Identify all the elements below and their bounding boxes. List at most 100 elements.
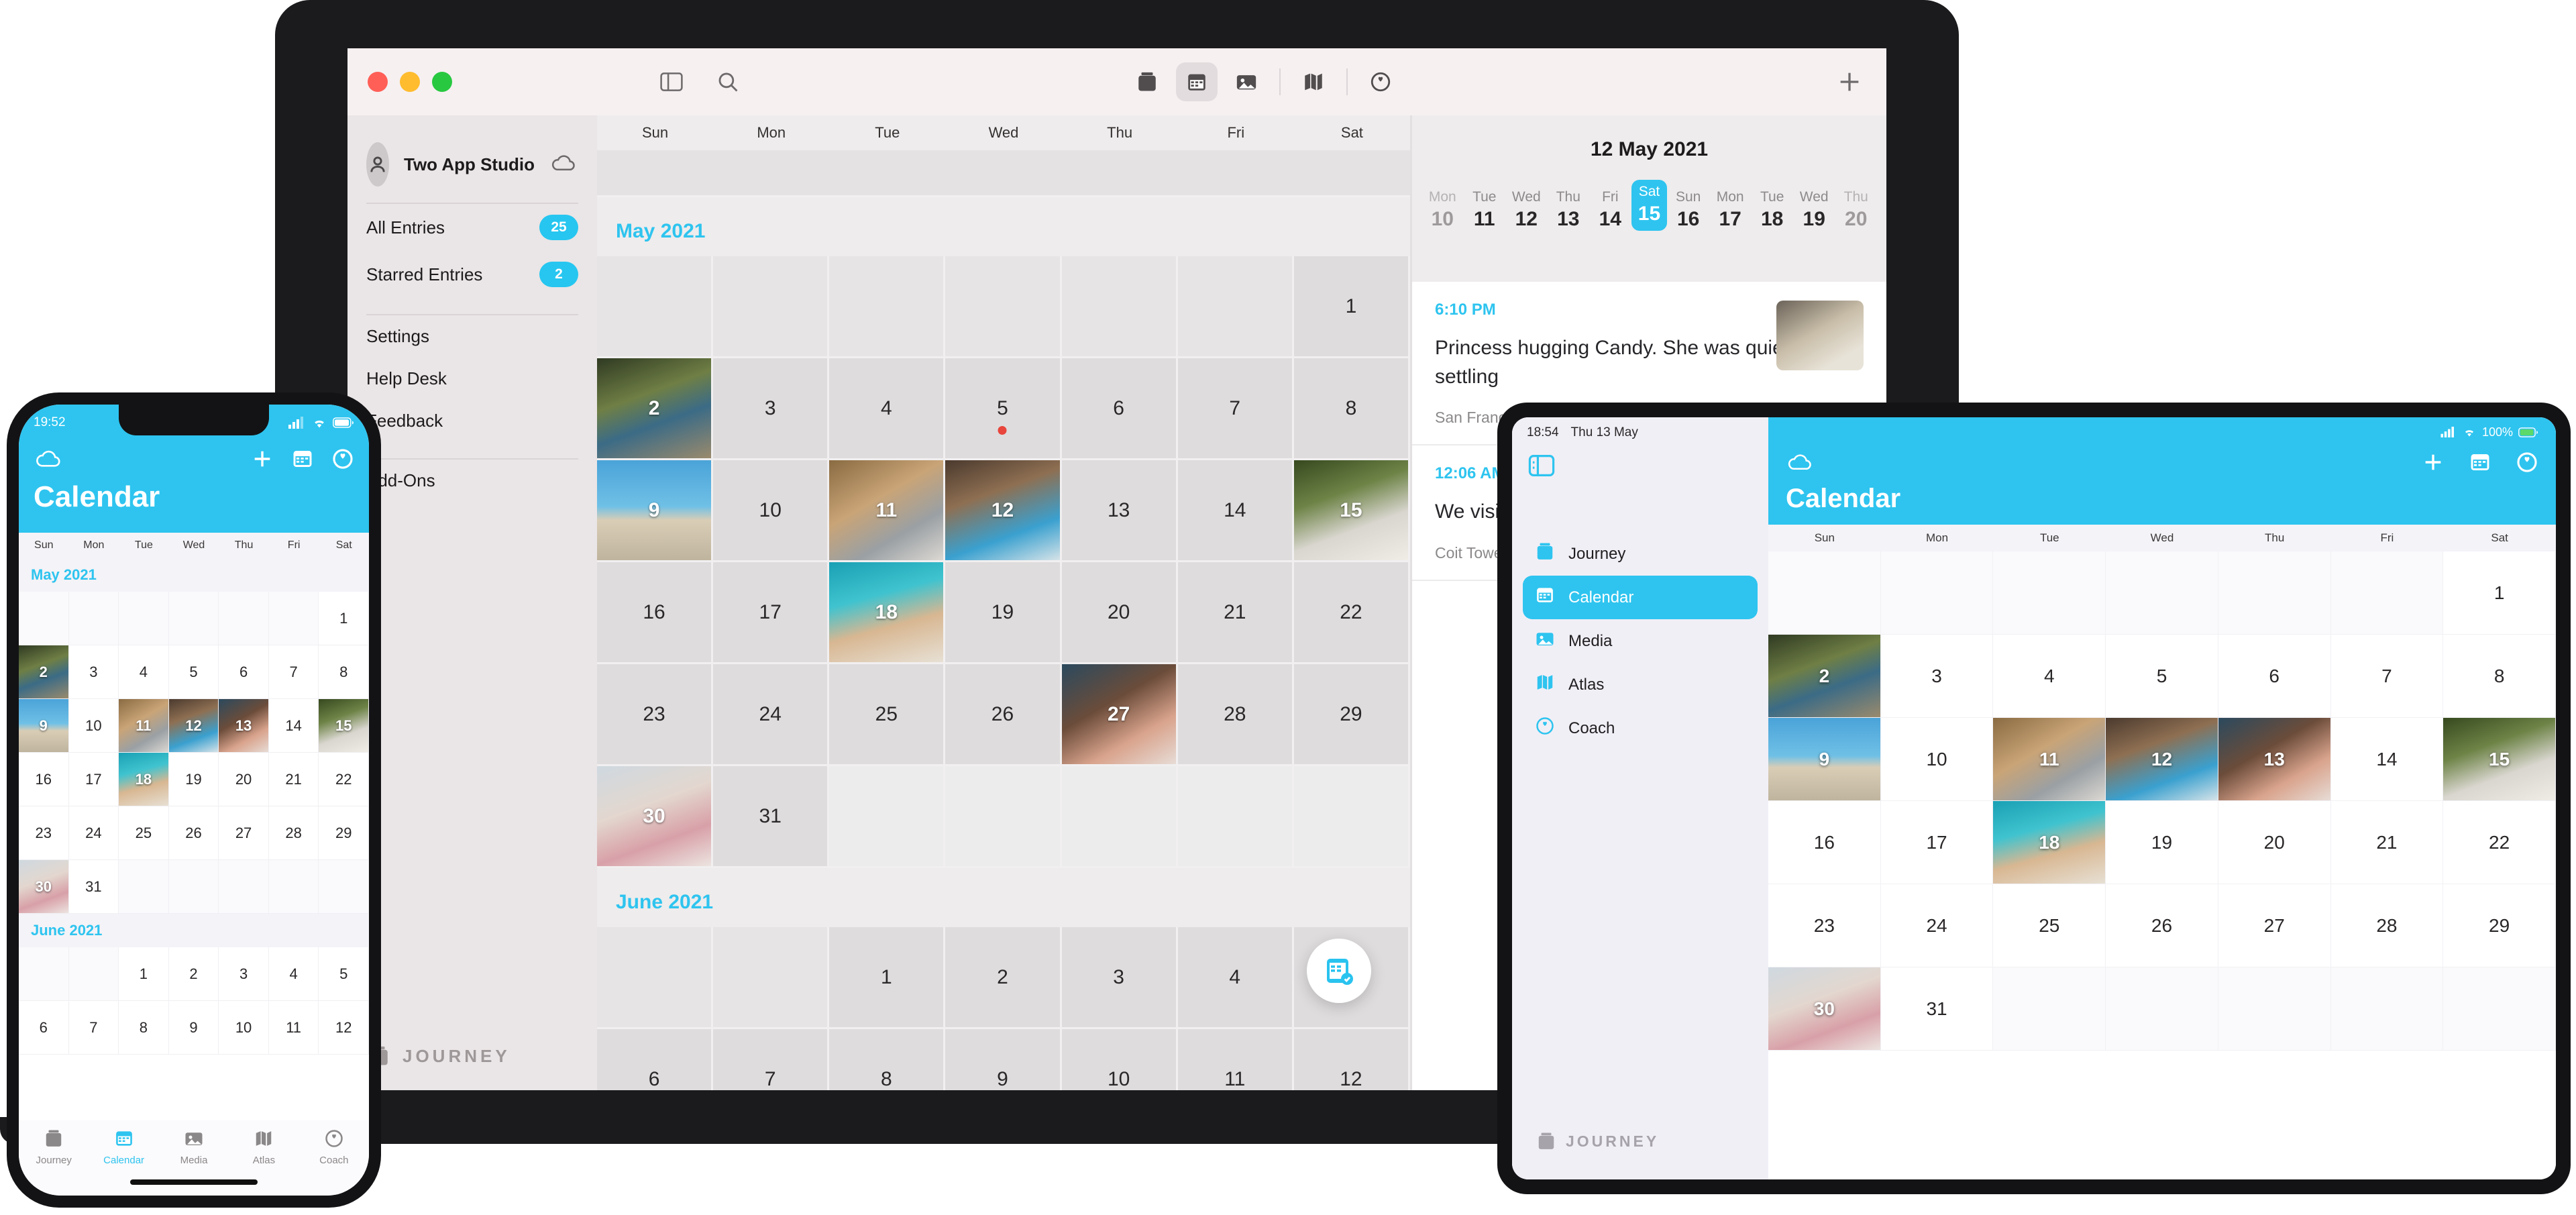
calendar-day-cell[interactable]: 6: [19, 1001, 69, 1055]
tab-journey[interactable]: Journey: [19, 1128, 89, 1166]
calendar-day-cell[interactable]: 9: [19, 699, 69, 753]
calendar-day-cell[interactable]: 4: [829, 358, 946, 460]
calendar-day-cell[interactable]: 13: [219, 699, 269, 753]
detail-day-strip[interactable]: Mon 10 Tue 11 Wed 12 Thu 13 Fri 14 Sat 15 Sun 16 Mon 17…: [1412, 180, 1886, 248]
calendar-day-cell[interactable]: 2: [1768, 635, 1881, 718]
day-strip-item[interactable]: Tue 18: [1751, 189, 1793, 231]
calendar-day-cell[interactable]: 15: [319, 699, 369, 753]
calendar-day-cell[interactable]: 8: [319, 645, 369, 699]
calendar-day-cell[interactable]: 11: [119, 699, 169, 753]
sidebar-item-all-entries[interactable]: All Entries 25: [347, 204, 597, 251]
calendar-day-cell[interactable]: 14: [2330, 718, 2444, 801]
tab-calendar[interactable]: [1176, 62, 1218, 101]
calendar-day-cell[interactable]: 10: [713, 460, 830, 562]
calendar-day-cell[interactable]: 3: [1061, 927, 1178, 1029]
day-strip-item[interactable]: Wed 19: [1793, 189, 1835, 231]
calendar-day-cell[interactable]: 18: [829, 562, 946, 664]
calendar-day-cell[interactable]: 6: [597, 1029, 714, 1090]
calendar-day-cell[interactable]: 13: [2218, 718, 2331, 801]
calendar-day-cell[interactable]: 24: [713, 664, 830, 766]
calendar-day-cell[interactable]: 11: [1177, 1029, 1294, 1090]
sidebar-item-settings[interactable]: Settings: [347, 315, 597, 358]
calendar-day-cell[interactable]: 30: [1768, 967, 1881, 1051]
calendar-day-cell[interactable]: 22: [2443, 801, 2556, 884]
sidebar-item-media[interactable]: Media: [1523, 619, 1758, 663]
calendar-day-cell[interactable]: 1: [319, 592, 369, 645]
sidebar-item-feedback[interactable]: Feedback: [347, 400, 597, 442]
calendar-day-cell[interactable]: 12: [319, 1001, 369, 1055]
day-strip-item[interactable]: Wed 12: [1505, 189, 1548, 231]
calendar-day-cell[interactable]: 5: [319, 947, 369, 1001]
coach-icon[interactable]: [2516, 451, 2538, 477]
calendar-day-cell[interactable]: 6: [2218, 635, 2331, 718]
calendar-day-cell[interactable]: 6: [219, 645, 269, 699]
day-strip-item[interactable]: Tue 11: [1464, 189, 1506, 231]
day-strip-item[interactable]: Thu 13: [1548, 189, 1590, 231]
day-strip-item[interactable]: Thu 20: [1835, 189, 1877, 231]
calendar-day-cell[interactable]: 7: [713, 1029, 830, 1090]
calendar-day-cell[interactable]: 15: [1293, 460, 1410, 562]
tab-atlas[interactable]: Atlas: [229, 1128, 299, 1166]
calendar-day-cell[interactable]: 23: [1768, 884, 1881, 967]
calendar-day-cell[interactable]: 11: [268, 1001, 319, 1055]
calendar-day-cell[interactable]: 22: [1293, 562, 1410, 664]
calendar-day-cell[interactable]: 3: [68, 645, 119, 699]
calendar-day-cell[interactable]: 7: [1177, 358, 1294, 460]
tab-coach[interactable]: Coach: [299, 1128, 369, 1166]
calendar-grid[interactable]: 1 2 3 4 5 6 7 8 9 10 11 12 13 14 15 16 17 18 19 20 21 22 23 24 2…: [597, 256, 1410, 868]
sidebar-toggle-icon[interactable]: [1512, 440, 1768, 480]
calendar-day-cell[interactable]: 16: [597, 562, 714, 664]
cloud-icon[interactable]: [34, 449, 63, 472]
calendar-day-cell[interactable]: 1: [829, 927, 946, 1029]
calendar-day-cell[interactable]: 22: [319, 753, 369, 806]
calendar-day-cell[interactable]: 5: [2106, 635, 2218, 718]
calendar-day-cell[interactable]: 27: [219, 806, 269, 860]
calendar-day-cell[interactable]: 3: [713, 358, 830, 460]
calendar-day-cell[interactable]: 27: [2218, 884, 2331, 967]
sidebar-item-add-ons[interactable]: Add-Ons: [347, 460, 597, 502]
calendar-day-cell[interactable]: 25: [1993, 884, 2106, 967]
cloud-icon[interactable]: [1786, 453, 1814, 475]
calendar-day-cell[interactable]: 7: [2330, 635, 2444, 718]
calendar-day-cell[interactable]: 6: [1061, 358, 1178, 460]
calendar-day-cell[interactable]: 31: [713, 766, 830, 868]
calendar-day-cell[interactable]: 5: [945, 358, 1062, 460]
calendar-day-cell[interactable]: 16: [19, 753, 69, 806]
calendar-day-cell[interactable]: 9: [945, 1029, 1062, 1090]
calendar-day-cell[interactable]: 10: [1061, 1029, 1178, 1090]
ipad-calendar-grid[interactable]: 1 2 3 4 5 6 7 8 9 10 11 12 13 14 15 16 17 18 19 20 21 22 23 24 2…: [1768, 551, 2556, 1051]
calendar-day-cell[interactable]: 20: [1061, 562, 1178, 664]
calendar-day-cell[interactable]: 29: [1293, 664, 1410, 766]
calendar-day-cell[interactable]: 21: [1177, 562, 1294, 664]
calendar-day-cell[interactable]: 9: [168, 1001, 219, 1055]
calendar-day-cell[interactable]: 1: [2443, 551, 2556, 635]
calendar-day-cell[interactable]: 2: [168, 947, 219, 1001]
calendar-day-cell[interactable]: 4: [1993, 635, 2106, 718]
calendar-day-cell[interactable]: 26: [2106, 884, 2218, 967]
tab-calendar[interactable]: Calendar: [89, 1128, 158, 1166]
calendar-day-cell[interactable]: 3: [1880, 635, 1994, 718]
calendar-day-cell[interactable]: 23: [19, 806, 69, 860]
calendar-day-cell[interactable]: 17: [1880, 801, 1994, 884]
close-window-button[interactable]: [368, 72, 388, 92]
calendar-day-cell[interactable]: 31: [1880, 967, 1994, 1051]
calendar-day-cell[interactable]: 13: [1061, 460, 1178, 562]
calendar-day-cell[interactable]: 14: [1177, 460, 1294, 562]
calendar-day-cell[interactable]: 12: [2106, 718, 2218, 801]
calendar-day-cell[interactable]: 17: [713, 562, 830, 664]
tab-coach[interactable]: [1360, 62, 1401, 101]
day-strip-item[interactable]: Sat 15: [1631, 180, 1668, 231]
calendar-day-cell[interactable]: 30: [597, 766, 714, 868]
sidebar-item-calendar[interactable]: Calendar: [1523, 576, 1758, 619]
calendar-day-cell[interactable]: 7: [268, 645, 319, 699]
cloud-icon[interactable]: [549, 152, 578, 177]
day-strip-item[interactable]: Sun 16: [1667, 189, 1709, 231]
calendar-day-cell[interactable]: 1: [1293, 256, 1410, 358]
calendar-day-cell[interactable]: 24: [1880, 884, 1994, 967]
calendar-day-cell[interactable]: 23: [597, 664, 714, 766]
calendar-day-cell[interactable]: 27: [1061, 664, 1178, 766]
calendar-day-cell[interactable]: 9: [1768, 718, 1881, 801]
add-entry-button[interactable]: [1835, 68, 1864, 96]
calendar-day-cell[interactable]: 10: [68, 699, 119, 753]
coach-icon[interactable]: [331, 447, 354, 474]
